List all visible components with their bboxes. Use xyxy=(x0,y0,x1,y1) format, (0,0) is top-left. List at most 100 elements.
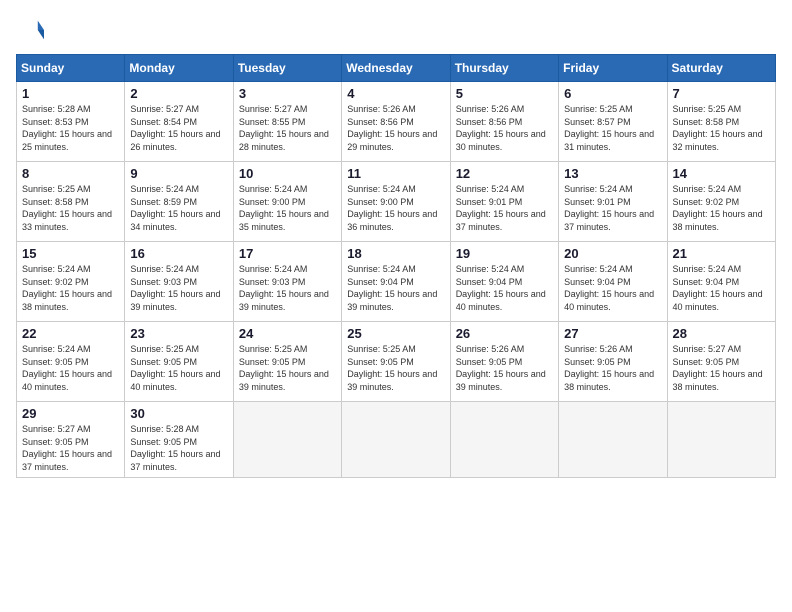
calendar-cell: 3 Sunrise: 5:27 AM Sunset: 8:55 PM Dayli… xyxy=(233,82,341,162)
day-number: 29 xyxy=(22,406,119,421)
calendar-cell xyxy=(667,402,775,478)
day-detail: Sunrise: 5:24 AM Sunset: 9:02 PM Dayligh… xyxy=(673,183,770,233)
calendar-cell: 16 Sunrise: 5:24 AM Sunset: 9:03 PM Dayl… xyxy=(125,242,233,322)
day-detail: Sunrise: 5:27 AM Sunset: 8:54 PM Dayligh… xyxy=(130,103,227,153)
week-row-5: 29 Sunrise: 5:27 AM Sunset: 9:05 PM Dayl… xyxy=(17,402,776,478)
day-detail: Sunrise: 5:26 AM Sunset: 9:05 PM Dayligh… xyxy=(456,343,553,393)
day-detail: Sunrise: 5:28 AM Sunset: 9:05 PM Dayligh… xyxy=(130,423,227,473)
calendar-cell: 21 Sunrise: 5:24 AM Sunset: 9:04 PM Dayl… xyxy=(667,242,775,322)
day-number: 5 xyxy=(456,86,553,101)
day-detail: Sunrise: 5:27 AM Sunset: 9:05 PM Dayligh… xyxy=(22,423,119,473)
header-saturday: Saturday xyxy=(667,55,775,82)
day-detail: Sunrise: 5:27 AM Sunset: 9:05 PM Dayligh… xyxy=(673,343,770,393)
day-number: 28 xyxy=(673,326,770,341)
day-number: 23 xyxy=(130,326,227,341)
calendar-cell: 25 Sunrise: 5:25 AM Sunset: 9:05 PM Dayl… xyxy=(342,322,450,402)
day-number: 1 xyxy=(22,86,119,101)
day-detail: Sunrise: 5:24 AM Sunset: 9:02 PM Dayligh… xyxy=(22,263,119,313)
day-number: 30 xyxy=(130,406,227,421)
day-detail: Sunrise: 5:25 AM Sunset: 8:57 PM Dayligh… xyxy=(564,103,661,153)
day-number: 18 xyxy=(347,246,444,261)
day-number: 27 xyxy=(564,326,661,341)
calendar-cell: 30 Sunrise: 5:28 AM Sunset: 9:05 PM Dayl… xyxy=(125,402,233,478)
header-tuesday: Tuesday xyxy=(233,55,341,82)
calendar-cell: 19 Sunrise: 5:24 AM Sunset: 9:04 PM Dayl… xyxy=(450,242,558,322)
day-number: 10 xyxy=(239,166,336,181)
calendar-table: SundayMondayTuesdayWednesdayThursdayFrid… xyxy=(16,54,776,478)
day-number: 25 xyxy=(347,326,444,341)
calendar-cell: 10 Sunrise: 5:24 AM Sunset: 9:00 PM Dayl… xyxy=(233,162,341,242)
day-number: 14 xyxy=(673,166,770,181)
week-row-2: 8 Sunrise: 5:25 AM Sunset: 8:58 PM Dayli… xyxy=(17,162,776,242)
day-detail: Sunrise: 5:25 AM Sunset: 9:05 PM Dayligh… xyxy=(130,343,227,393)
calendar-cell: 14 Sunrise: 5:24 AM Sunset: 9:02 PM Dayl… xyxy=(667,162,775,242)
calendar-cell: 13 Sunrise: 5:24 AM Sunset: 9:01 PM Dayl… xyxy=(559,162,667,242)
day-detail: Sunrise: 5:24 AM Sunset: 9:00 PM Dayligh… xyxy=(347,183,444,233)
calendar-cell: 5 Sunrise: 5:26 AM Sunset: 8:56 PM Dayli… xyxy=(450,82,558,162)
day-number: 6 xyxy=(564,86,661,101)
calendar-cell xyxy=(559,402,667,478)
header-thursday: Thursday xyxy=(450,55,558,82)
day-detail: Sunrise: 5:25 AM Sunset: 9:05 PM Dayligh… xyxy=(347,343,444,393)
day-number: 3 xyxy=(239,86,336,101)
calendar-cell xyxy=(342,402,450,478)
week-row-4: 22 Sunrise: 5:24 AM Sunset: 9:05 PM Dayl… xyxy=(17,322,776,402)
day-number: 2 xyxy=(130,86,227,101)
calendar-cell: 6 Sunrise: 5:25 AM Sunset: 8:57 PM Dayli… xyxy=(559,82,667,162)
day-detail: Sunrise: 5:24 AM Sunset: 9:04 PM Dayligh… xyxy=(673,263,770,313)
calendar-cell: 8 Sunrise: 5:25 AM Sunset: 8:58 PM Dayli… xyxy=(17,162,125,242)
calendar-cell: 7 Sunrise: 5:25 AM Sunset: 8:58 PM Dayli… xyxy=(667,82,775,162)
logo-icon xyxy=(16,16,44,44)
page-header xyxy=(16,16,776,44)
header-row: SundayMondayTuesdayWednesdayThursdayFrid… xyxy=(17,55,776,82)
day-number: 9 xyxy=(130,166,227,181)
logo xyxy=(16,16,48,44)
day-detail: Sunrise: 5:28 AM Sunset: 8:53 PM Dayligh… xyxy=(22,103,119,153)
day-number: 11 xyxy=(347,166,444,181)
day-detail: Sunrise: 5:24 AM Sunset: 9:01 PM Dayligh… xyxy=(564,183,661,233)
day-number: 17 xyxy=(239,246,336,261)
day-detail: Sunrise: 5:24 AM Sunset: 9:04 PM Dayligh… xyxy=(456,263,553,313)
calendar-cell: 24 Sunrise: 5:25 AM Sunset: 9:05 PM Dayl… xyxy=(233,322,341,402)
calendar-cell: 17 Sunrise: 5:24 AM Sunset: 9:03 PM Dayl… xyxy=(233,242,341,322)
calendar-cell xyxy=(450,402,558,478)
day-detail: Sunrise: 5:24 AM Sunset: 9:03 PM Dayligh… xyxy=(130,263,227,313)
header-wednesday: Wednesday xyxy=(342,55,450,82)
calendar-cell: 4 Sunrise: 5:26 AM Sunset: 8:56 PM Dayli… xyxy=(342,82,450,162)
calendar-cell: 26 Sunrise: 5:26 AM Sunset: 9:05 PM Dayl… xyxy=(450,322,558,402)
day-detail: Sunrise: 5:24 AM Sunset: 9:04 PM Dayligh… xyxy=(347,263,444,313)
calendar-cell: 27 Sunrise: 5:26 AM Sunset: 9:05 PM Dayl… xyxy=(559,322,667,402)
day-number: 4 xyxy=(347,86,444,101)
calendar-cell: 28 Sunrise: 5:27 AM Sunset: 9:05 PM Dayl… xyxy=(667,322,775,402)
header-friday: Friday xyxy=(559,55,667,82)
calendar-cell: 18 Sunrise: 5:24 AM Sunset: 9:04 PM Dayl… xyxy=(342,242,450,322)
day-detail: Sunrise: 5:25 AM Sunset: 9:05 PM Dayligh… xyxy=(239,343,336,393)
day-number: 13 xyxy=(564,166,661,181)
day-number: 8 xyxy=(22,166,119,181)
day-number: 16 xyxy=(130,246,227,261)
calendar-cell: 12 Sunrise: 5:24 AM Sunset: 9:01 PM Dayl… xyxy=(450,162,558,242)
calendar-cell: 1 Sunrise: 5:28 AM Sunset: 8:53 PM Dayli… xyxy=(17,82,125,162)
day-number: 15 xyxy=(22,246,119,261)
calendar-cell: 11 Sunrise: 5:24 AM Sunset: 9:00 PM Dayl… xyxy=(342,162,450,242)
day-detail: Sunrise: 5:24 AM Sunset: 9:05 PM Dayligh… xyxy=(22,343,119,393)
day-number: 19 xyxy=(456,246,553,261)
day-detail: Sunrise: 5:26 AM Sunset: 8:56 PM Dayligh… xyxy=(347,103,444,153)
calendar-cell: 9 Sunrise: 5:24 AM Sunset: 8:59 PM Dayli… xyxy=(125,162,233,242)
week-row-1: 1 Sunrise: 5:28 AM Sunset: 8:53 PM Dayli… xyxy=(17,82,776,162)
day-detail: Sunrise: 5:24 AM Sunset: 9:00 PM Dayligh… xyxy=(239,183,336,233)
day-detail: Sunrise: 5:24 AM Sunset: 8:59 PM Dayligh… xyxy=(130,183,227,233)
day-number: 20 xyxy=(564,246,661,261)
calendar-cell: 29 Sunrise: 5:27 AM Sunset: 9:05 PM Dayl… xyxy=(17,402,125,478)
calendar-cell: 23 Sunrise: 5:25 AM Sunset: 9:05 PM Dayl… xyxy=(125,322,233,402)
day-number: 7 xyxy=(673,86,770,101)
header-monday: Monday xyxy=(125,55,233,82)
day-detail: Sunrise: 5:26 AM Sunset: 8:56 PM Dayligh… xyxy=(456,103,553,153)
day-detail: Sunrise: 5:24 AM Sunset: 9:04 PM Dayligh… xyxy=(564,263,661,313)
day-number: 12 xyxy=(456,166,553,181)
calendar-cell: 2 Sunrise: 5:27 AM Sunset: 8:54 PM Dayli… xyxy=(125,82,233,162)
day-detail: Sunrise: 5:25 AM Sunset: 8:58 PM Dayligh… xyxy=(22,183,119,233)
calendar-cell xyxy=(233,402,341,478)
day-number: 26 xyxy=(456,326,553,341)
calendar-cell: 15 Sunrise: 5:24 AM Sunset: 9:02 PM Dayl… xyxy=(17,242,125,322)
